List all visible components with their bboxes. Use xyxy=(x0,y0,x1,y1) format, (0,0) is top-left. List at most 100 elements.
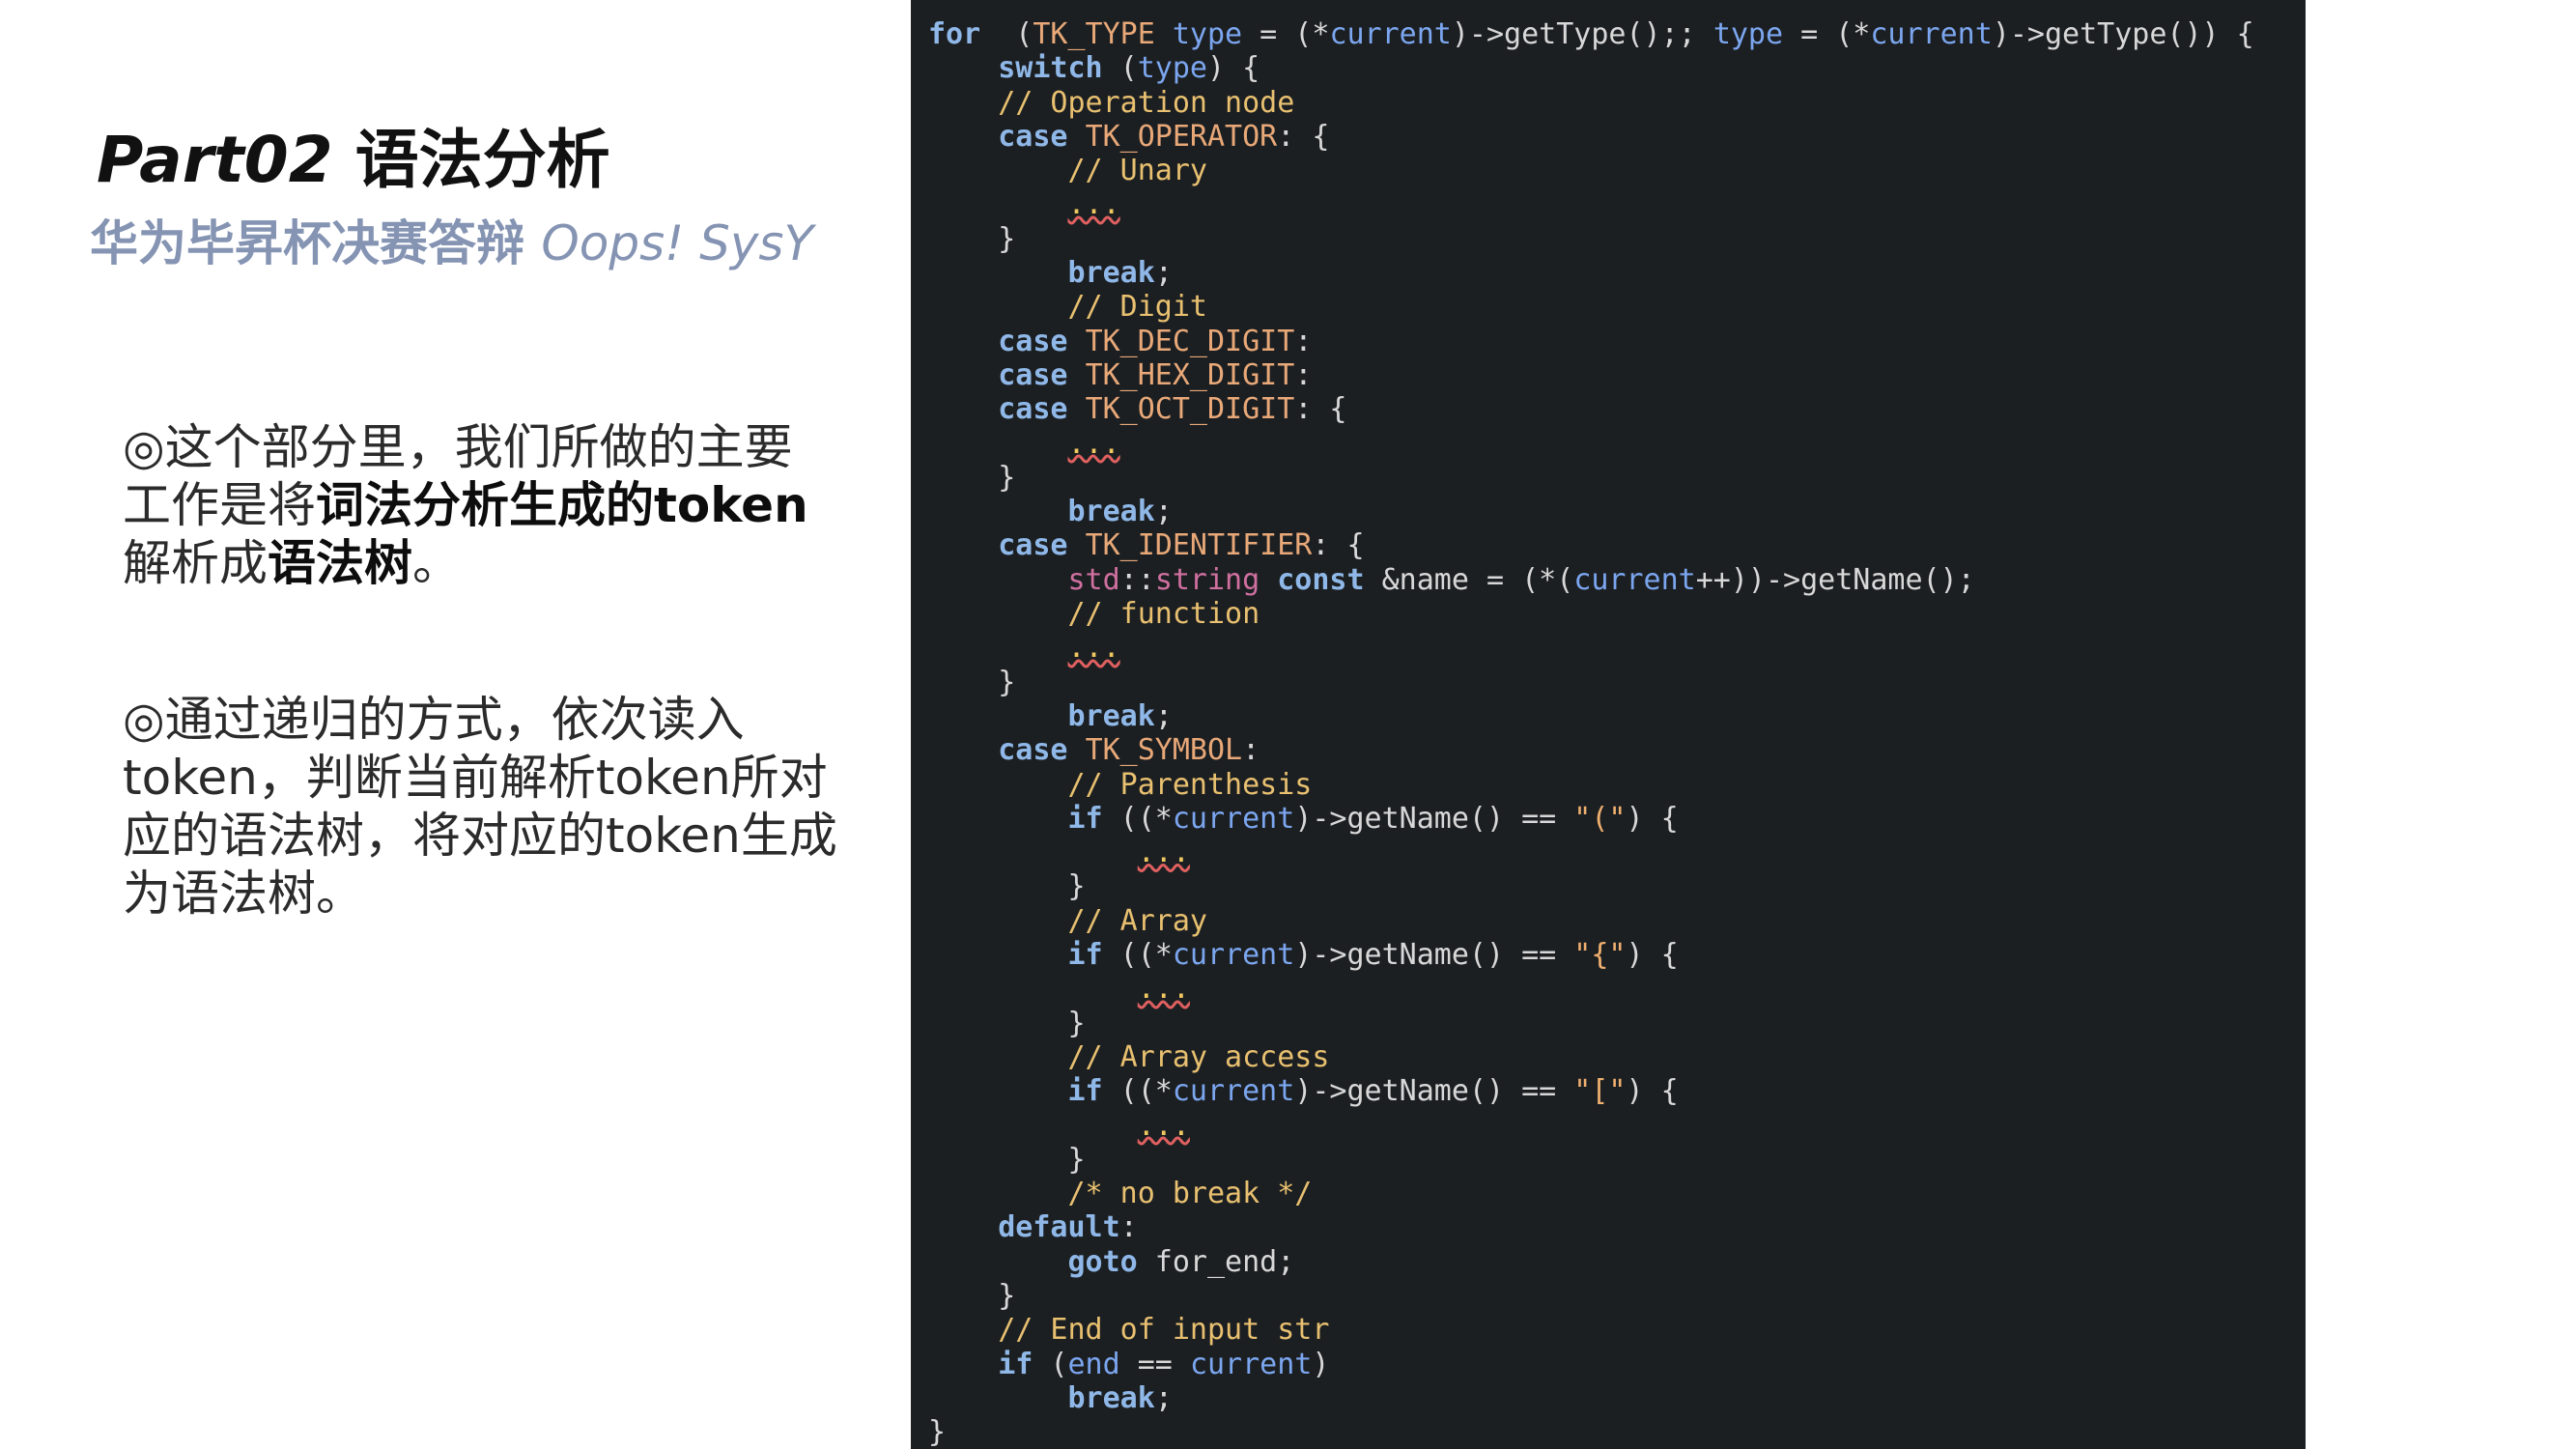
code-variable: type xyxy=(1137,51,1207,86)
subtitle-chinese: 华为毕昇杯决赛答辩 xyxy=(90,215,542,271)
code-keyword: break xyxy=(1067,698,1155,733)
paragraph-lexical-to-syntax: ◎这个部分里，我们所做的主要工作是将词法分析生成的token解析成语法树。 xyxy=(123,418,837,592)
code-text: ; xyxy=(1154,1380,1173,1415)
code-line: } xyxy=(928,869,2254,903)
code-listing: for (TK_TYPE type = (*current)->getType(… xyxy=(928,17,2254,1449)
code-line: if ((*current)->getName() == "(") { xyxy=(928,802,2254,836)
code-text: } xyxy=(928,460,1016,495)
code-keyword: case xyxy=(998,357,1068,392)
code-text: ) { xyxy=(1626,1074,1679,1109)
code-comment: // End of input str xyxy=(998,1313,1330,1348)
code-text: )->getType()) { xyxy=(1992,17,2254,51)
code-text: = (* xyxy=(1783,17,1871,51)
code-line: if ((*current)->getName() == "[") { xyxy=(928,1074,2254,1108)
code-line: case TK_OCT_DIGIT: { xyxy=(928,392,2254,426)
code-text: )->getName() == xyxy=(1294,938,1574,973)
slide-subtitle: 华为毕昇杯决赛答辩 Oops! SysY xyxy=(90,205,813,274)
code-keyword: case xyxy=(998,733,1068,768)
code-keyword: case xyxy=(998,528,1068,563)
code-keyword: if xyxy=(1067,801,1103,836)
code-keyword: const xyxy=(1277,562,1365,597)
code-variable: type xyxy=(1713,17,1784,51)
code-text: &name = (*( xyxy=(1364,562,1574,597)
code-text: ( xyxy=(1033,1347,1068,1381)
code-type: TK_OPERATOR xyxy=(1085,119,1278,154)
code-string: "(" xyxy=(1573,801,1627,836)
code-comment: // Array access xyxy=(1067,1039,1330,1074)
code-text: == xyxy=(1119,1347,1190,1381)
code-line: case TK_OPERATOR: { xyxy=(928,120,2254,154)
code-variable: type xyxy=(1154,17,1243,51)
code-line: break; xyxy=(928,495,2254,528)
code-text: ( xyxy=(1102,51,1138,86)
code-line: case TK_IDENTIFIER: { xyxy=(928,528,2254,562)
code-std-type: string xyxy=(1154,562,1260,597)
code-text: : xyxy=(1294,357,1313,392)
code-comment: // function xyxy=(1067,597,1260,632)
code-ellipsis: ... xyxy=(1137,1108,1190,1143)
emphasized-text: 词法分析生成的token xyxy=(316,477,808,533)
code-line: ... xyxy=(928,972,2254,1006)
code-keyword: default xyxy=(998,1210,1120,1245)
code-line: ... xyxy=(928,631,2254,665)
code-variable: current xyxy=(1870,17,1993,51)
code-type: TK_DEC_DIGIT xyxy=(1085,324,1295,358)
code-type: TK_OCT_DIGIT xyxy=(1085,392,1295,427)
title-chinese: 语法分析 xyxy=(332,123,610,197)
code-text: : xyxy=(1242,733,1260,768)
code-text: } xyxy=(928,869,1086,904)
code-text: } xyxy=(928,665,1016,699)
code-line: break; xyxy=(928,1381,2254,1415)
code-std-type: std xyxy=(1067,562,1120,597)
code-variable: current xyxy=(1189,1347,1313,1381)
code-comment: // Unary xyxy=(1067,154,1208,188)
code-text: ; xyxy=(1154,495,1173,529)
title-english: Part02 xyxy=(97,123,333,197)
code-line: // Array xyxy=(928,904,2254,938)
code-keyword: switch xyxy=(998,51,1103,86)
code-text: : { xyxy=(1312,528,1365,563)
code-line: switch (type) { xyxy=(928,51,2254,85)
paragraph-text: 解析成 xyxy=(123,535,268,591)
code-keyword: break xyxy=(1067,256,1155,291)
code-line: /* no break */ xyxy=(928,1177,2254,1210)
code-text: ) { xyxy=(1207,51,1260,86)
code-line: } xyxy=(928,1415,2254,1449)
code-comment: // Parenthesis xyxy=(1067,767,1313,802)
code-line: ... xyxy=(928,427,2254,461)
code-comment: /* no break */ xyxy=(1067,1177,1313,1211)
code-text: )->getName() == xyxy=(1294,1074,1574,1109)
code-text: ++))->getName(); xyxy=(1695,562,1975,597)
code-line: // Digit xyxy=(928,290,2254,324)
code-text: ( xyxy=(980,17,1033,51)
code-variable: current xyxy=(1172,801,1295,836)
code-variable: end xyxy=(1067,1347,1120,1381)
code-line: // End of input str xyxy=(928,1313,2254,1347)
code-line: ... xyxy=(928,836,2254,869)
code-keyword: if xyxy=(1067,938,1103,973)
paragraph-text: ◎通过递归的方式，依次读入token，判断当前解析token所对应的语法树，将对… xyxy=(123,692,837,922)
code-line: case TK_SYMBOL: xyxy=(928,733,2254,767)
code-keyword: if xyxy=(1067,1074,1103,1109)
code-line: break; xyxy=(928,699,2254,733)
code-text: ) { xyxy=(1626,938,1679,973)
